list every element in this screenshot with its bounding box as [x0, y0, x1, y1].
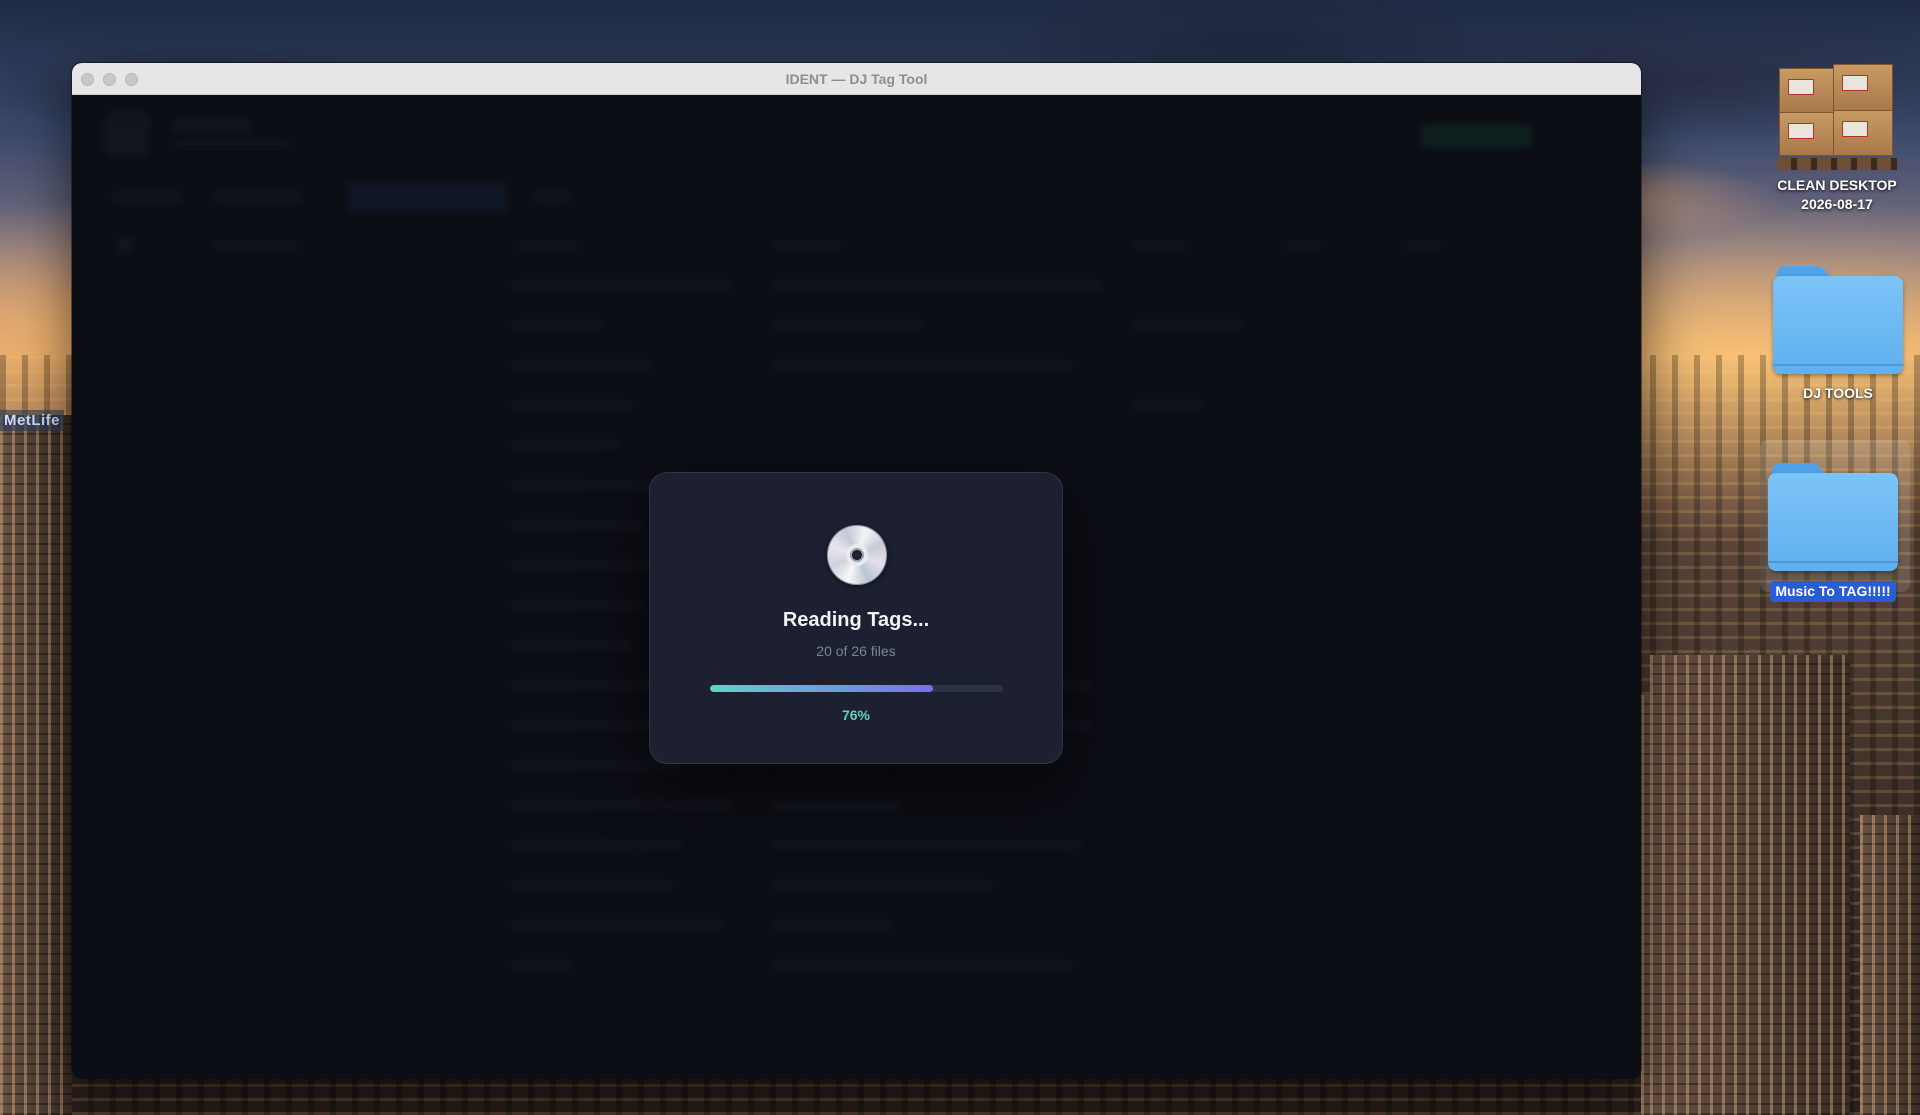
window-title: IDENT — DJ Tag Tool	[785, 71, 928, 87]
desktop-icon-clean-desktop[interactable]: CLEAN DESKTOP 2026-08-17	[1762, 50, 1912, 214]
desktop-icon-label: CLEAN DESKTOP 2026-08-17	[1777, 177, 1897, 212]
desktop-icon-label: DJ TOOLS	[1803, 385, 1873, 401]
wallpaper-building	[0, 415, 72, 1115]
desktop-icon-label: Music To TAG!!!!!	[1770, 581, 1896, 602]
window-titlebar[interactable]: IDENT — DJ Tag Tool	[72, 63, 1641, 95]
wallpaper-metlife-sign: MetLife	[0, 410, 64, 431]
compact-disc-icon	[827, 525, 887, 585]
progress-fill	[710, 685, 933, 692]
folder-icon	[1768, 463, 1898, 571]
file-count: 20 of 26 files	[816, 643, 896, 659]
progress-percent: 76%	[841, 707, 871, 723]
desktop-icon-dj-tools[interactable]: DJ TOOLS	[1763, 266, 1913, 403]
dialog-title: Reading Tags...	[782, 609, 930, 631]
app-content: Reading Tags... 20 of 26 files 76%	[72, 95, 1641, 1078]
reading-tags-dialog: Reading Tags... 20 of 26 files 76%	[649, 472, 1063, 764]
wallpaper-building	[1650, 655, 1850, 1115]
progress-bar	[710, 685, 1003, 692]
wallpaper-building	[1860, 815, 1920, 1115]
desktop-icon-music-to-tag[interactable]: Music To TAG!!!!!	[1758, 463, 1908, 602]
folder-icon	[1773, 266, 1903, 374]
app-window: IDENT — DJ Tag Tool Reading Tags... 20 o…	[72, 63, 1641, 1078]
boxes-on-pallet-icon	[1769, 50, 1905, 170]
